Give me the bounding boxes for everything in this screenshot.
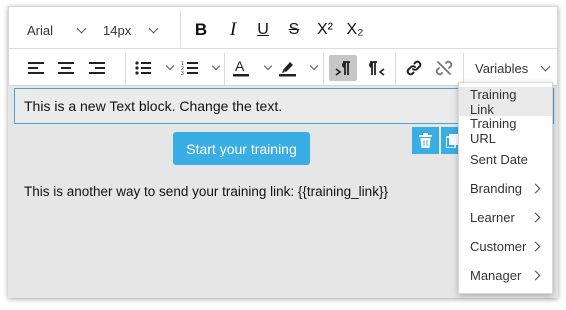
align-left-button[interactable]: [23, 55, 49, 81]
delete-block-button[interactable]: [412, 127, 439, 154]
font-size-value: 14px: [103, 22, 132, 38]
menu-item-label: Training Link: [470, 86, 517, 117]
toolbar-divider: [224, 53, 225, 85]
menu-item-label: Learner: [470, 210, 515, 225]
chevron-right-icon: [530, 212, 541, 223]
bullet-list-button[interactable]: [133, 55, 175, 81]
underline-button[interactable]: U: [249, 17, 277, 43]
menu-item-sent-date[interactable]: Sent Date: [459, 145, 552, 174]
toolbar-divider: [323, 53, 324, 85]
chevron-down-icon: [76, 23, 87, 33]
italic-button[interactable]: I: [219, 17, 247, 43]
numbered-list-icon: 123: [181, 61, 198, 76]
align-center-button[interactable]: [53, 55, 79, 81]
paragraph-text: This is another way to send your trainin…: [24, 184, 388, 199]
menu-item-training-link[interactable]: Training Link: [459, 86, 552, 117]
chevron-right-icon: [530, 270, 541, 281]
start-training-button[interactable]: Start your training: [173, 132, 310, 165]
start-training-label: Start your training: [186, 140, 297, 157]
bold-icon: B: [194, 20, 208, 39]
toolbar-divider: [125, 53, 126, 85]
ltr-paragraph-icon: [335, 61, 350, 76]
menu-item-label: Sent Date: [470, 152, 528, 167]
menu-item-label: Branding: [470, 181, 523, 196]
link-icon: [406, 60, 422, 76]
chevron-down-icon: [540, 61, 551, 71]
duplicate-block-button[interactable]: [441, 127, 459, 154]
menu-item-label: Training URL: [470, 115, 517, 146]
chevron-right-icon: [530, 183, 541, 194]
svg-text:A: A: [235, 59, 245, 74]
chevron-right-icon: [530, 241, 541, 252]
chevron-down-icon: [211, 61, 221, 71]
menu-item-manager[interactable]: Manager: [459, 261, 552, 290]
strikethrough-icon: S: [288, 21, 300, 38]
body-paragraph[interactable]: This is another way to send your trainin…: [24, 184, 388, 199]
toolbar-divider: [395, 53, 396, 85]
menu-item-learner[interactable]: Learner: [459, 203, 552, 232]
copy-icon: [446, 133, 458, 148]
editor-toolbar: Arial 14px B I U S X² X₂ 1 2 3 A Variabl…: [8, 6, 558, 86]
rtl-paragraph-icon: [369, 61, 385, 76]
superscript-button[interactable]: X²: [311, 17, 339, 43]
chevron-down-icon: [148, 23, 159, 33]
toolbar-row-paragraph: 123 A Variables: [9, 48, 557, 86]
align-right-button[interactable]: [84, 55, 110, 81]
menu-item-label: Customer: [470, 239, 527, 254]
rtl-direction-button[interactable]: [363, 55, 391, 81]
chevron-down-icon: [263, 61, 273, 71]
ltr-direction-button[interactable]: [329, 55, 357, 81]
text-color-icon: A: [233, 59, 249, 77]
chevron-down-icon: [165, 61, 175, 71]
toolbar-divider: [463, 53, 464, 85]
align-left-icon: [28, 62, 44, 74]
chevron-down-icon: [309, 61, 319, 71]
menu-item-branding[interactable]: Branding: [459, 174, 552, 203]
strikethrough-button[interactable]: S: [280, 17, 308, 43]
toolbar-row-text: Arial 14px B I U S X² X₂: [9, 11, 557, 49]
menu-item-label: Manager: [470, 268, 522, 283]
highlight-color-button[interactable]: [277, 55, 319, 81]
svg-text:3: 3: [181, 71, 184, 76]
variables-dropdown[interactable]: Variables: [469, 55, 553, 81]
font-family-select[interactable]: Arial: [21, 17, 91, 43]
insert-link-button[interactable]: [400, 55, 428, 81]
subscript-button[interactable]: X₂: [341, 17, 369, 43]
align-right-icon: [89, 62, 105, 74]
menu-item-customer[interactable]: Customer: [459, 232, 552, 261]
variables-label: Variables: [475, 60, 529, 76]
text-color-button[interactable]: A: [231, 55, 273, 81]
text-block-content: This is a new Text block. Change the tex…: [24, 98, 283, 114]
highlighter-icon: [279, 62, 296, 77]
font-family-value: Arial: [27, 22, 54, 38]
subscript-icon: X₂: [346, 21, 364, 38]
bullet-list-icon: [135, 61, 151, 75]
trash-icon: [419, 133, 432, 148]
toolbar-divider: [180, 11, 181, 47]
unlink-icon: [435, 60, 453, 76]
italic-icon: I: [229, 19, 237, 40]
variables-menu: Training Link Training URL Sent Date Bra…: [458, 82, 553, 294]
bold-button[interactable]: B: [187, 17, 215, 43]
menu-item-training-url[interactable]: Training URL: [459, 115, 552, 146]
align-center-icon: [58, 62, 74, 74]
numbered-list-button[interactable]: 123: [179, 55, 221, 81]
superscript-icon: X²: [317, 21, 333, 38]
underline-icon: U: [257, 21, 269, 38]
font-size-select[interactable]: 14px: [97, 17, 163, 43]
remove-link-button[interactable]: [430, 55, 458, 81]
